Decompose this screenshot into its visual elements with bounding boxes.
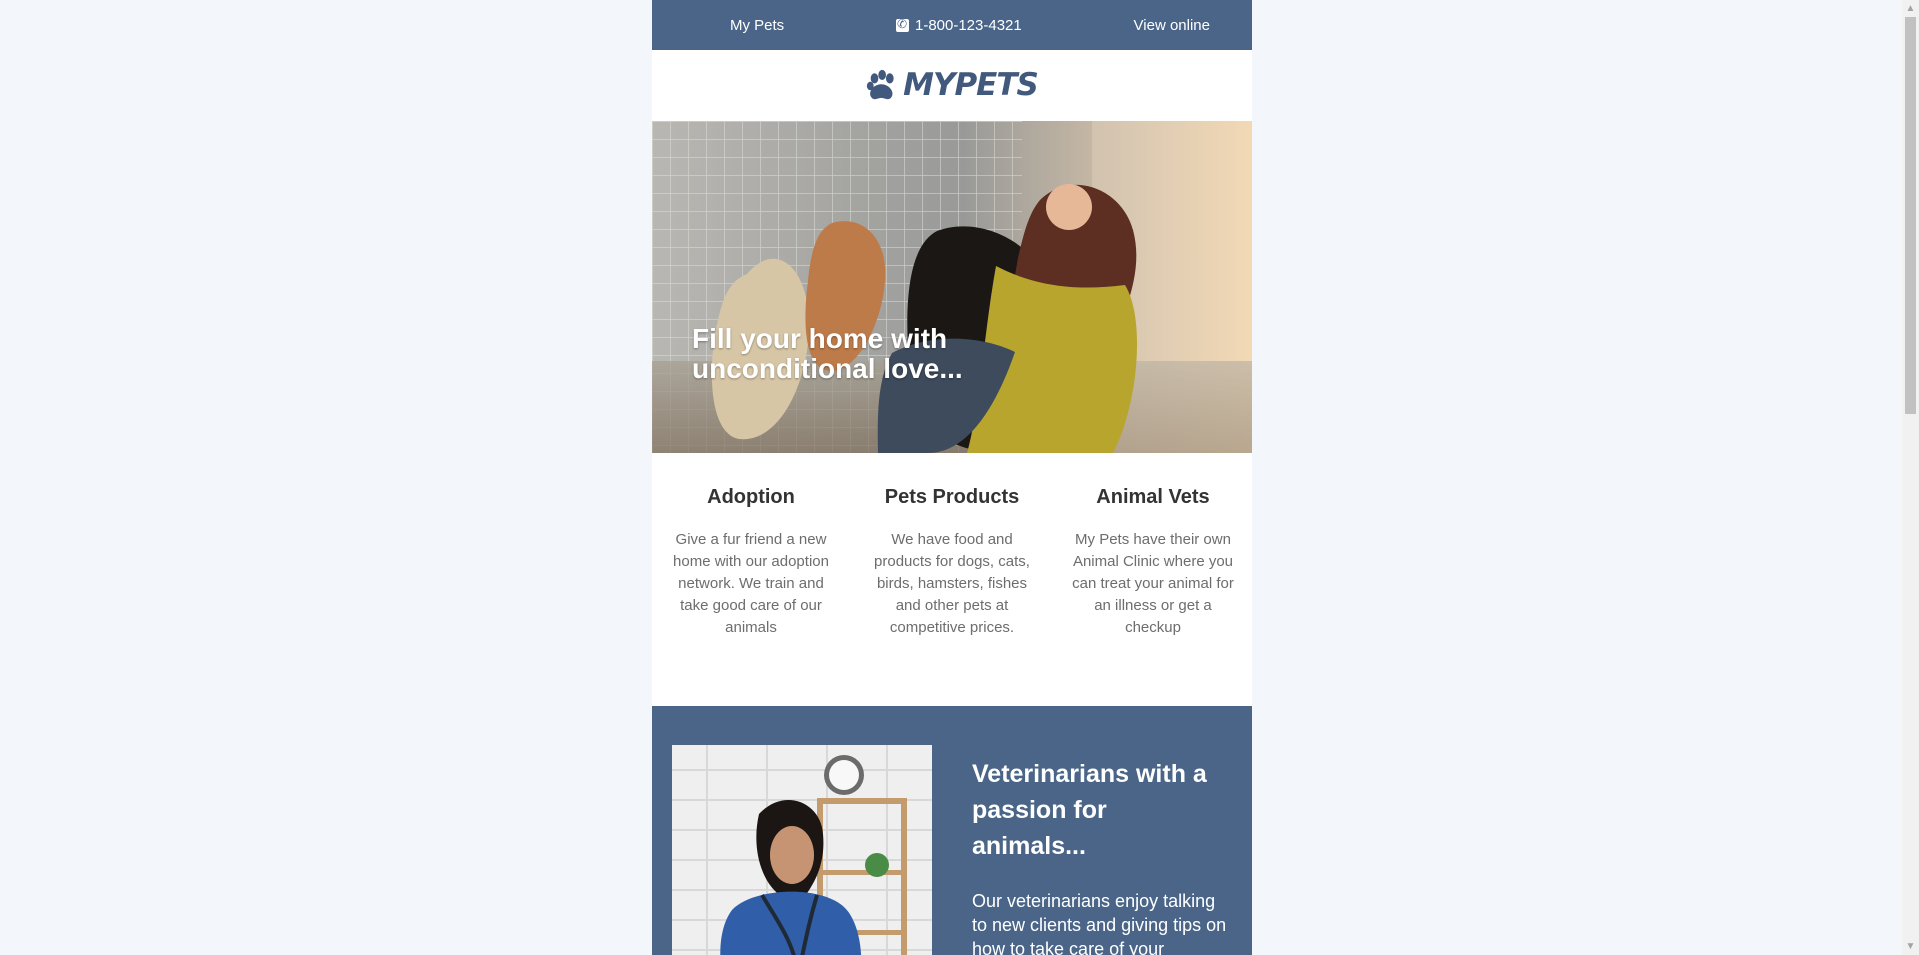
- vertical-scrollbar[interactable]: ▲ ▼: [1902, 0, 1919, 955]
- chevron-down-icon[interactable]: ▼: [1902, 938, 1919, 955]
- veterinarians-heading: Veterinarians with a passion for animals…: [972, 760, 1207, 860]
- browser-viewport: My Pets 1-800-123-4321 View online MYPET…: [0, 0, 1919, 955]
- phone-number: 1-800-123-4321: [914, 16, 1022, 34]
- animal-vets-title: Animal Vets: [1096, 486, 1210, 508]
- veterinarian-photo: [672, 745, 932, 955]
- veterinarians-copy: Veterinarians with a passion for animals…: [972, 756, 1227, 955]
- email-newsletter: My Pets 1-800-123-4321 View online MYPET…: [652, 0, 1252, 955]
- view-online-link[interactable]: View online: [1134, 17, 1210, 34]
- phone-icon: [895, 16, 909, 32]
- phone-link[interactable]: 1-800-123-4321: [895, 16, 1022, 34]
- veterinarian-illustration: [672, 745, 932, 955]
- veterinarians-description: Our veterinarians enjoy talking to new c…: [972, 891, 1227, 955]
- brand-logo[interactable]: MYPETS: [866, 67, 1039, 103]
- pets-products-title: Pets Products: [884, 486, 1020, 508]
- scrollbar-thumb[interactable]: [1905, 17, 1916, 414]
- pets-products-description: We have food and products for dogs, cats…: [874, 531, 1030, 636]
- adoption-title: Adoption: [707, 486, 795, 508]
- paw-icon: [867, 69, 894, 99]
- hero-banner: Fill your home with unconditional love..…: [652, 121, 1252, 453]
- logo-text: MYPETS: [903, 67, 1039, 103]
- pets-products-feature: Pets Products We have food and products …: [867, 486, 1037, 706]
- adoption-description: Give a fur friend a new home with our ad…: [673, 531, 829, 636]
- animal-vets-feature: Animal Vets My Pets have their own Anima…: [1068, 486, 1238, 706]
- hero-headline: Fill your home with unconditional love..…: [692, 323, 963, 384]
- chevron-up-icon[interactable]: ▲: [1902, 0, 1919, 17]
- my-pets-link[interactable]: My Pets: [730, 17, 784, 34]
- top-navigation-bar: My Pets 1-800-123-4321 View online: [652, 0, 1252, 50]
- hero-photo: [652, 121, 1252, 453]
- animal-vets-description: My Pets have their own Animal Clinic whe…: [1072, 531, 1234, 636]
- veterinarians-section: Veterinarians with a passion for animals…: [652, 706, 1252, 955]
- services-section: Adoption Give a fur friend a new home wi…: [652, 453, 1252, 706]
- adoption-feature: Adoption Give a fur friend a new home wi…: [666, 486, 836, 706]
- logo-section: MYPETS: [652, 50, 1252, 121]
